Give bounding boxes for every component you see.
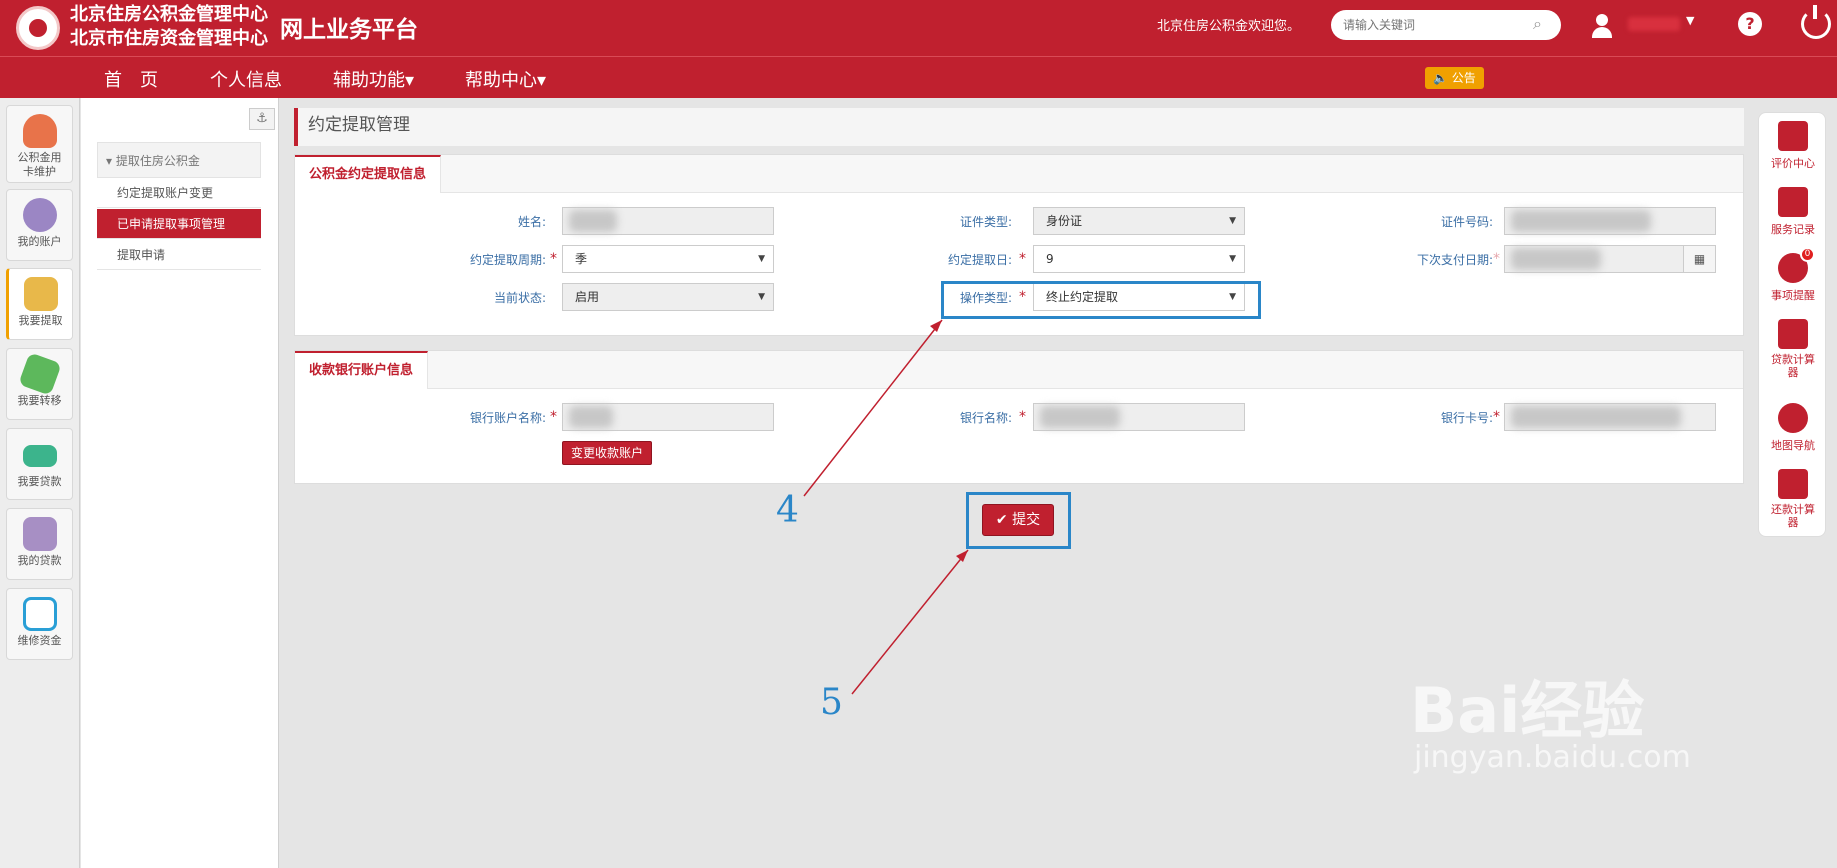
edit-icon <box>22 597 57 631</box>
submenu-group-withdraw[interactable]: ▾ 提取住房公积金 <box>97 142 261 178</box>
welcome-text: 北京住房公积金欢迎您。 <box>1157 19 1301 34</box>
org-names: 北京住房公积金管理中心 北京市住房资金管理中心 <box>70 3 268 51</box>
submenu-link-account-change[interactable]: 约定提取账户变更 <box>97 178 261 208</box>
nav-home[interactable]: 首 页 <box>104 66 158 92</box>
arrow-line-4 <box>803 319 943 497</box>
loan-calculator-icon <box>1778 319 1808 349</box>
rating-monitor-icon <box>1778 121 1808 151</box>
annotation-number-5: 5 <box>820 682 843 723</box>
rail-my-loan[interactable]: 我的贷款 <box>6 508 73 580</box>
record-list-icon <box>1778 187 1808 217</box>
rr-loan-calculator[interactable]: 贷款计算器 <box>1759 319 1827 379</box>
org-line-1: 北京住房公积金管理中心 <box>70 4 268 25</box>
rail-label: 我要贷款 <box>17 475 62 488</box>
rail-my-account[interactable]: 我的账户 <box>6 189 73 261</box>
nav-personal-info[interactable]: 个人信息 <box>210 66 282 92</box>
nav-aux-functions[interactable]: 辅助功能▾ <box>333 66 414 92</box>
globe-icon <box>1778 403 1808 433</box>
rail-label: 我的账户 <box>17 235 62 248</box>
watermark-logo-text: Bai经验 <box>1410 674 1645 747</box>
anchor-pin-icon[interactable]: ⚓ <box>249 108 275 130</box>
repay-calculator-icon <box>1778 469 1808 499</box>
rail-repair-fund[interactable]: 维修资金 <box>6 588 73 660</box>
transfer-tag-icon <box>17 352 62 396</box>
reminder-badge: 0 <box>1800 247 1815 262</box>
rail-label: 我要提取 <box>18 314 63 327</box>
arrow-head-4 <box>930 320 942 332</box>
main-nav: 首 页 个人信息 辅助功能▾ 帮助中心▾ 🔈 公告 <box>0 56 1837 98</box>
arrow-head-5 <box>956 550 968 562</box>
rail-label: 我的贷款 <box>17 554 62 567</box>
rr-reminder[interactable]: 0 事项提醒 <box>1759 247 1827 303</box>
rr-label: 地图导航 <box>1771 439 1815 452</box>
rr-label: 事项提醒 <box>1771 289 1815 302</box>
submenu-link-withdraw-apply[interactable]: 提取申请 <box>97 240 261 270</box>
alarm-clock-icon: 0 <box>1778 247 1815 283</box>
rail-loan-apply[interactable]: 我要贷款 <box>6 428 73 500</box>
users-icon <box>22 198 57 232</box>
rr-label: 服务记录 <box>1771 223 1815 236</box>
platform-name: 网上业务平台 <box>280 16 418 43</box>
loan-house-icon <box>22 517 57 551</box>
notice-button[interactable]: 🔈 公告 <box>1425 67 1484 89</box>
rail-label: 维修资金 <box>17 634 62 647</box>
right-tool-rail: 评价中心 服务记录 0 事项提醒 贷款计算器 地图导航 还款计算器 <box>1758 112 1826 537</box>
arrow-line-5 <box>851 549 969 695</box>
user-name-redacted[interactable] <box>1628 17 1680 31</box>
rail-withdraw[interactable]: 我要提取 <box>6 268 73 340</box>
submenu-link-applied-items[interactable]: 已申请提取事项管理 <box>97 209 261 239</box>
rr-label: 还款计算器 <box>1771 503 1815 529</box>
rr-service-record[interactable]: 服务记录 <box>1759 187 1827 237</box>
rr-rating-center[interactable]: 评价中心 <box>1759 121 1827 171</box>
rail-transfer[interactable]: 我要转移 <box>6 348 73 420</box>
top-header: 北京住房公积金管理中心 北京市住房资金管理中心 网上业务平台 北京住房公积金欢迎… <box>0 0 1837 56</box>
user-menu-caret-icon[interactable]: ▼ <box>1686 14 1694 27</box>
person-card-icon <box>22 114 57 148</box>
logout-power-icon[interactable] <box>1801 5 1831 39</box>
rail-label: 我要转移 <box>17 394 62 407</box>
watermark-url: jingyan.baidu.com <box>1414 740 1691 775</box>
search-icon[interactable]: ⌕ <box>1533 14 1542 34</box>
rr-label: 贷款计算器 <box>1771 353 1815 379</box>
side-submenu: ⚓ ▾ 提取住房公积金 约定提取账户变更 已申请提取事项管理 提取申请 <box>81 98 279 868</box>
help-icon[interactable]: ? <box>1738 12 1762 36</box>
money-stack-icon <box>22 445 57 467</box>
annotation-number-4: 4 <box>776 490 799 531</box>
search-input[interactable] <box>1331 10 1561 40</box>
baidu-watermark: Bai经验 jingyan.baidu.com <box>1410 660 1691 775</box>
rail-card-maintain[interactable]: 公积金用卡维护 <box>6 105 73 183</box>
org-line-2: 北京市住房资金管理中心 <box>70 28 268 49</box>
coins-icon <box>23 277 58 311</box>
user-icon[interactable] <box>1588 12 1618 42</box>
submenu-group-label: 提取住房公积金 <box>115 154 200 168</box>
rr-label: 评价中心 <box>1771 157 1815 170</box>
rail-label: 公积金用卡维护 <box>17 151 62 178</box>
rr-repay-calculator[interactable]: 还款计算器 <box>1759 469 1827 529</box>
nav-help-center[interactable]: 帮助中心▾ <box>465 66 546 92</box>
logo-seal-icon[interactable] <box>16 6 60 50</box>
rr-map-nav[interactable]: 地图导航 <box>1759 403 1827 453</box>
left-icon-rail: 公积金用卡维护 我的账户 我要提取 我要转移 我要贷款 我的贷款 维修资金 <box>0 98 80 868</box>
